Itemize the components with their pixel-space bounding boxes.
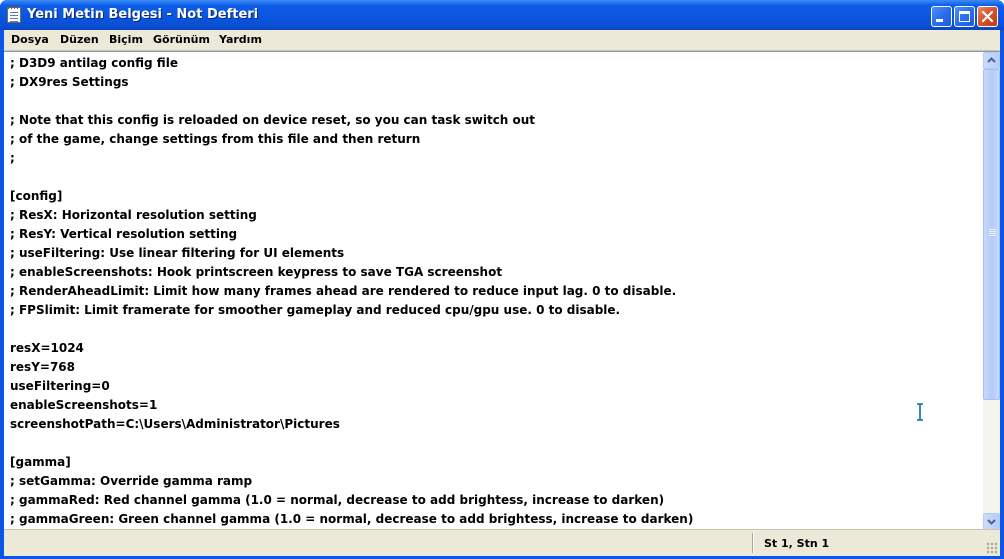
text-line: screenshotPath=C:\Users\Administrator\Pi… xyxy=(10,417,340,431)
chevron-up-icon xyxy=(987,57,996,63)
text-line: useFiltering=0 xyxy=(10,379,110,393)
close-icon xyxy=(981,10,994,23)
minimize-button[interactable] xyxy=(931,6,952,27)
text-line: ; xyxy=(10,151,15,165)
menu-help[interactable]: Yardım xyxy=(215,32,266,48)
menu-format[interactable]: Biçim xyxy=(105,32,147,48)
text-line: ; gammaRed: Red channel gamma (1.0 = nor… xyxy=(10,493,665,507)
resize-grip-icon[interactable] xyxy=(986,542,998,554)
text-line: ; useFiltering: Use linear filtering for… xyxy=(10,246,345,260)
window-title: Yeni Metin Belgesi - Not Defteri xyxy=(27,7,259,22)
window-client-area: Dosya Düzen Biçim Görünüm Yardım ; D3D9 … xyxy=(4,30,1000,556)
text-line: ; RenderAheadLimit: Limit how many frame… xyxy=(10,284,677,298)
menu-edit[interactable]: Düzen xyxy=(56,32,103,48)
text-line: [config] xyxy=(10,189,63,203)
menu-bar: Dosya Düzen Biçim Görünüm Yardım xyxy=(4,30,1000,51)
text-line: ; of the game, change settings from this… xyxy=(10,132,421,146)
text-line: ; DX9res Settings xyxy=(10,75,129,89)
text-line: ; ResY: Vertical resolution setting xyxy=(10,227,238,241)
notepad-app-icon[interactable] xyxy=(7,6,21,23)
minimize-icon xyxy=(936,19,943,22)
text-line: resY=768 xyxy=(10,360,75,374)
scroll-thumb[interactable] xyxy=(983,69,1000,400)
text-line xyxy=(10,168,980,187)
text-line: ; gammaGreen: Green channel gamma (1.0 =… xyxy=(10,512,694,526)
text-line: ; setGamma: Override gamma ramp xyxy=(10,474,253,488)
text-line: [gamma] xyxy=(10,455,71,469)
menu-file[interactable]: Dosya xyxy=(7,32,53,48)
menu-view[interactable]: Görünüm xyxy=(149,32,214,48)
cursor-position: St 1, Stn 1 xyxy=(764,537,830,550)
text-line: ; Note that this config is reloaded on d… xyxy=(10,113,536,127)
scroll-down-button[interactable] xyxy=(983,513,1000,529)
notepad-window: Yeni Metin Belgesi - Not Defteri Dosya D… xyxy=(0,0,1004,559)
text-cursor-icon xyxy=(917,403,923,421)
status-bar: St 1, Stn 1 xyxy=(4,529,1000,556)
scroll-grip-icon xyxy=(989,229,996,230)
text-line: ; D3D9 antilag config file xyxy=(10,56,178,70)
text-line: enableScreenshots=1 xyxy=(10,398,158,412)
vertical-scrollbar[interactable] xyxy=(983,52,1000,529)
text-line xyxy=(10,320,980,339)
text-content[interactable]: ; D3D9 antilag config file ; DX9res Setti… xyxy=(10,54,980,528)
title-bar[interactable]: Yeni Metin Belgesi - Not Defteri xyxy=(0,0,1004,30)
maximize-button[interactable] xyxy=(954,6,975,27)
text-editor[interactable]: ; D3D9 antilag config file ; DX9res Setti… xyxy=(4,51,1000,529)
status-divider xyxy=(752,533,753,553)
text-line: resX=1024 xyxy=(10,341,84,355)
chevron-down-icon xyxy=(987,519,996,525)
text-line: ; FPSlimit: Limit framerate for smoother… xyxy=(10,303,621,317)
maximize-icon xyxy=(959,11,970,22)
text-line: ; enableScreenshots: Hook printscreen ke… xyxy=(10,265,503,279)
text-line: ; ResX: Horizontal resolution setting xyxy=(10,208,257,222)
text-line xyxy=(10,434,980,453)
scroll-up-button[interactable] xyxy=(983,52,1000,69)
text-line xyxy=(10,92,980,111)
close-button[interactable] xyxy=(977,6,998,27)
